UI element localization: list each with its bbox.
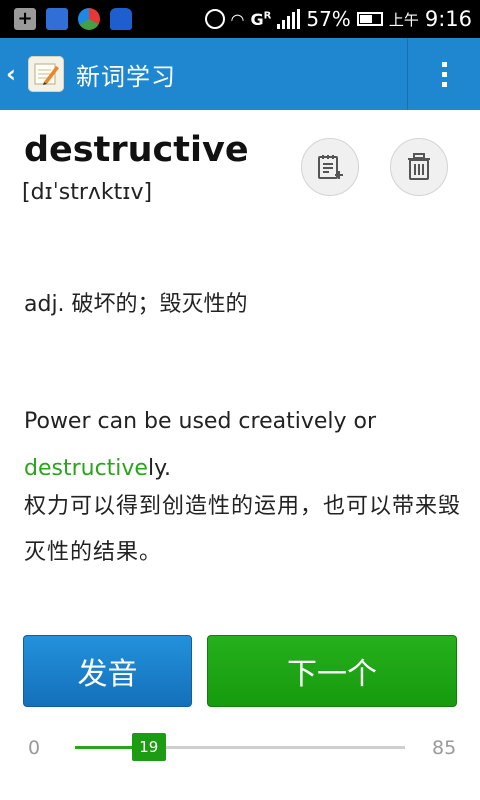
battery-icon: [356, 12, 383, 26]
back-chevron-icon[interactable]: ‹: [0, 60, 26, 88]
battery-percent: 57%: [306, 7, 351, 31]
add-notification-icon: +: [14, 8, 36, 30]
clock-time: 9:16: [424, 7, 472, 31]
example-highlight: destructive: [24, 456, 148, 481]
signal-icon: [277, 9, 301, 29]
clock-ampm: 上午: [388, 10, 419, 29]
picture-notification-icon: [46, 8, 68, 30]
alarm-icon: [204, 9, 225, 29]
pronounce-button[interactable]: 发音: [23, 635, 192, 707]
add-note-icon: [318, 155, 343, 179]
app-notification-icon: [78, 8, 100, 30]
progress-min-label: 0: [28, 737, 41, 759]
wifi-icon: ◠: [230, 9, 245, 29]
app-logo-icon[interactable]: [28, 56, 64, 92]
phonetic-transcription: [dɪˈstrʌktɪv]: [22, 180, 153, 205]
example-sentence: Power can be used creatively or destruct…: [24, 398, 464, 492]
delete-word-button[interactable]: [390, 138, 448, 196]
network-type-label: GR: [250, 9, 272, 29]
status-bar: + ◠ GR 57% 上午 9:16: [0, 0, 480, 38]
word-definition: adj. 破坏的；毁灭性的: [24, 292, 248, 317]
progress-track[interactable]: [75, 746, 405, 749]
trash-icon: [408, 153, 430, 180]
progress-max-label: 85: [432, 737, 457, 759]
progress-thumb[interactable]: 19: [131, 733, 166, 761]
example-translation: 权力可以得到创造性的运用，也可以带来毁灭性的结果。: [24, 494, 462, 565]
next-word-button[interactable]: 下一个: [207, 635, 457, 707]
example-suffix: ly.: [147, 456, 171, 481]
system-indicators: ◠ GR 57% 上午 9:16: [204, 7, 480, 31]
headword: destructive: [24, 130, 249, 170]
title-bar: ‹ 新词学习: [0, 38, 480, 110]
overflow-menu-button[interactable]: [407, 38, 480, 110]
add-to-notebook-button[interactable]: [301, 138, 359, 196]
example-prefix: Power can be used creatively or: [24, 409, 377, 434]
store-notification-icon: [110, 8, 132, 30]
page-title: 新词学习: [76, 62, 176, 91]
notification-icons: +: [0, 8, 132, 30]
